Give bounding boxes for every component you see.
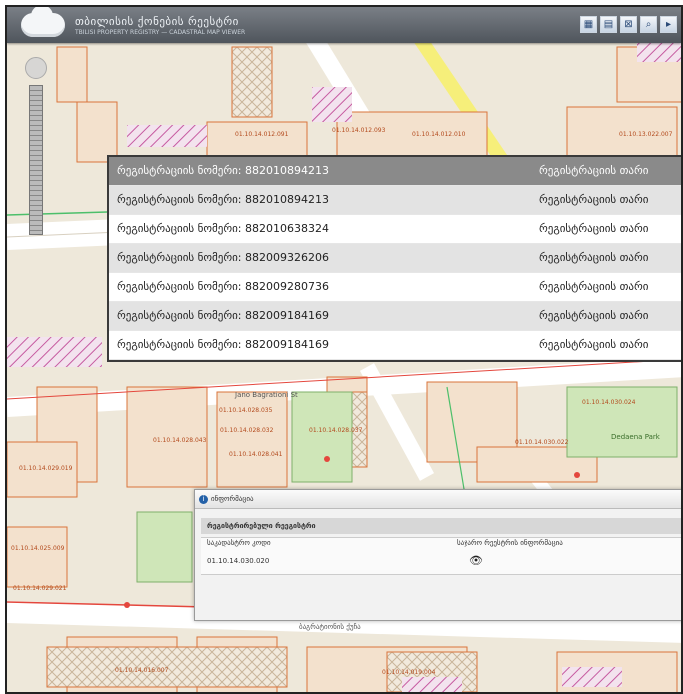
parcel-label: 01.10.14.019.004 xyxy=(382,669,436,676)
parcel-label: 01.10.14.028.041 xyxy=(229,451,283,458)
result-row[interactable]: რეგისტრაციის ნომერი: 882009184169 რეგისტრ… xyxy=(109,331,681,360)
parcel-label: 01.10.14.012.010 xyxy=(412,131,466,138)
info-panel: i ინფორმაცია რეგისტრირებული რეეგისტრი საკ… xyxy=(194,489,681,621)
result-row[interactable]: რეგისტრაციის ნომერი: 882009280736 რეგისტრ… xyxy=(109,273,681,302)
parcel-label: 01.10.14.012.091 xyxy=(235,131,289,138)
search-icon[interactable]: ⌕ xyxy=(640,16,657,33)
street-label: ბაგრატიონის ქუჩა xyxy=(299,623,361,631)
parcel-label: 01.10.14.028.035 xyxy=(219,407,273,414)
column-header-registry: საჯარო რეესტრის ინფორმაცია xyxy=(457,539,563,547)
registration-date-label: რეგისტრაციის თარი xyxy=(539,338,649,351)
column-header-code: საკადასტრო კოდი xyxy=(207,539,271,547)
info-icon: i xyxy=(199,494,208,504)
registration-number: რეგისტრაციის ნომერი: 882009184169 xyxy=(117,338,329,351)
registration-number: რეგისტრაციის ნომერი: 882010638324 xyxy=(117,222,329,235)
registration-number: რეგისტრაციის ნომერი: 882009184169 xyxy=(117,309,329,322)
cloud-logo-icon xyxy=(21,7,65,37)
registration-date-label: რეგისტრაციის თარი xyxy=(539,193,649,206)
parcel-label: 01.10.14.016.007 xyxy=(115,667,169,674)
info-panel-header[interactable]: i ინფორმაცია xyxy=(195,490,681,509)
app-header: თბილისის ქონების რეესტრი TBILISI PROPERT… xyxy=(7,7,681,43)
registration-date-label: რეგისტრაციის თარი xyxy=(539,164,649,177)
parcel-label: 01.10.13.022.007 xyxy=(619,131,673,138)
registration-number: რეგისტრაციის ნომერი: 882010894213 xyxy=(117,193,329,206)
parcel-label: 01.10.14.028.043 xyxy=(153,437,207,444)
result-row[interactable]: რეგისტრაციის ნომერი: 882010894213 რეგისტრ… xyxy=(109,157,681,186)
result-row[interactable]: რეგისტრაციის ნომერი: 882009184169 რეგისტრ… xyxy=(109,302,681,331)
parcel-label: 01.10.14.012.093 xyxy=(332,127,386,134)
park-label: Dedaena Park xyxy=(611,433,660,441)
result-row[interactable]: რეგისტრაციის ნომერი: 882009326206 რეგისტრ… xyxy=(109,244,681,273)
extent-icon[interactable]: ⊠ xyxy=(620,16,637,33)
parcel-label: 01.10.14.030.022 xyxy=(515,439,569,446)
result-row[interactable]: რეგისტრაციის ნომერი: 882010894213 რეგისტრ… xyxy=(109,186,681,215)
street-label: Jano Bagrationi St xyxy=(235,391,298,399)
app-subtitle: TBILISI PROPERTY REGISTRY — CADASTRAL MA… xyxy=(75,29,246,36)
parcel-label: 01.10.14.028.037 xyxy=(309,427,363,434)
registration-date-label: რეგისტრაციის თარი xyxy=(539,309,649,322)
zoom-slider[interactable] xyxy=(29,85,43,235)
zoom-control xyxy=(25,57,47,235)
search-results-list: რეგისტრაციის ნომერი: 882010894213 რეგისტრ… xyxy=(107,155,681,362)
registration-number: რეგისტრაციის ნომერი: 882010894213 xyxy=(117,164,329,177)
cadastral-code-value[interactable]: 01.10.14.030.020 xyxy=(207,557,269,565)
map-frame: Jano Bagrationi St ბაგრატიონის ქუჩა Deda… xyxy=(5,5,683,694)
registration-date-label: რეგისტრაციის თარი xyxy=(539,251,649,264)
info-section-title: რეგისტრირებული რეეგისტრი xyxy=(201,518,681,534)
pan-control[interactable] xyxy=(25,57,47,79)
parcel-label: 01.10.14.025.009 xyxy=(11,545,65,552)
result-row[interactable]: რეგისტრაციის ნომერი: 882010638324 რეგისტრ… xyxy=(109,215,681,244)
parcel-label: 01.10.14.028.032 xyxy=(220,427,274,434)
layers-icon[interactable]: ▤ xyxy=(600,16,617,33)
registration-date-label: რეგისტრაციის თარი xyxy=(539,222,649,235)
info-table xyxy=(201,537,681,575)
registration-number: რეგისტრაციის ნომერი: 882009326206 xyxy=(117,251,329,264)
parcel-label: 01.10.14.029.021 xyxy=(13,585,67,592)
registration-date-label: რეგისტრაციის თარი xyxy=(539,280,649,293)
parcel-label: 01.10.14.029.019 xyxy=(19,465,73,472)
parcel-label: 01.10.14.030.024 xyxy=(582,399,636,406)
toolbar: i ▦ ▤ ⊠ ⌕ ▸ xyxy=(580,16,677,33)
more-icon[interactable]: ▸ xyxy=(660,16,677,33)
registration-number: რეგისტრაციის ნომერი: 882009280736 xyxy=(117,280,329,293)
map-icon[interactable]: ▦ xyxy=(580,16,597,33)
info-panel-title: ინფორმაცია xyxy=(211,495,254,503)
eye-icon[interactable]: 👁 xyxy=(469,554,483,567)
app-title: თბილისის ქონების რეესტრი xyxy=(75,15,239,28)
